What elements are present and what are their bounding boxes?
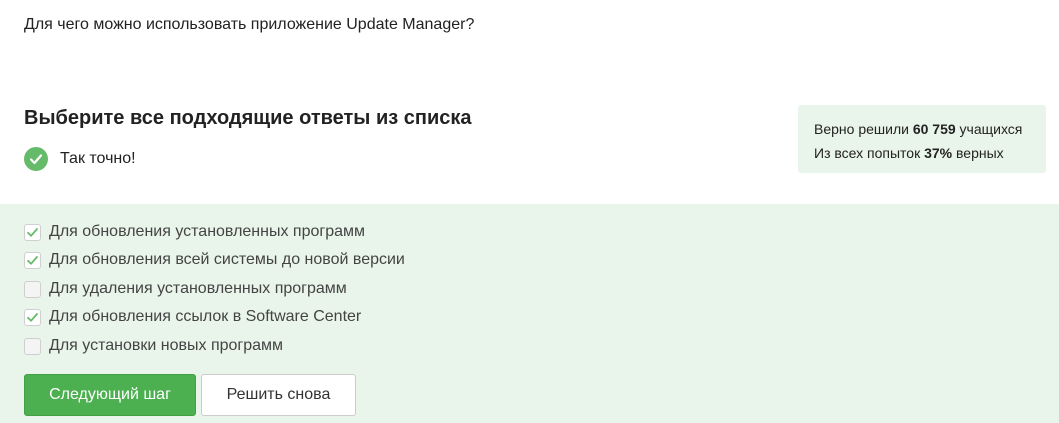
answer-option[interactable]: Для удаления установленных программ — [24, 279, 347, 299]
checkmark-icon — [27, 312, 38, 322]
stats-percent-line: Из всех попыток 37% верных — [814, 141, 1030, 165]
option-label: Для обновления ссылок в Software Center — [49, 308, 362, 325]
answer-option[interactable]: Для обновления всей системы до новой вер… — [24, 250, 405, 270]
stats-solved-prefix: Верно решили — [814, 121, 913, 137]
checkmark-icon — [27, 255, 38, 265]
next-step-button[interactable]: Следующий шаг — [24, 374, 196, 416]
instruction-heading: Выберите все подходящие ответы из списка — [24, 107, 472, 129]
option-label: Для обновления всей системы до новой вер… — [49, 251, 405, 268]
retry-button[interactable]: Решить снова — [201, 374, 356, 416]
option-label: Для установки новых программ — [49, 337, 284, 354]
checkbox[interactable] — [24, 223, 41, 241]
answer-option[interactable]: Для обновления ссылок в Software Center — [24, 307, 361, 327]
success-check-icon — [24, 147, 48, 171]
stats-panel: Верно решили 60 759 учащихся Из всех поп… — [798, 105, 1046, 173]
stats-percent-prefix: Из всех попыток — [814, 145, 925, 161]
stats-solved-suffix: учащихся — [955, 121, 1023, 137]
checkbox[interactable] — [24, 337, 41, 355]
result-label: Так точно! — [60, 150, 136, 167]
stats-percent-value: 37% — [924, 145, 953, 161]
answer-option[interactable]: Для обновления установленных программ — [24, 222, 365, 242]
question-text: Для чего можно использовать приложение U… — [24, 16, 475, 33]
stats-solved-count: 60 759 — [912, 121, 956, 137]
checkbox[interactable] — [24, 251, 41, 269]
option-label: Для удаления установленных программ — [49, 280, 347, 297]
checkbox[interactable] — [24, 280, 41, 298]
checkmark-icon — [27, 227, 38, 237]
stats-solved-line: Верно решили 60 759 учащихся — [814, 117, 1030, 141]
result-indicator: Так точно! — [24, 147, 136, 171]
checkbox[interactable] — [24, 308, 41, 326]
stats-percent-suffix: верных — [952, 145, 1004, 161]
option-label: Для обновления установленных программ — [49, 223, 366, 240]
answer-option[interactable]: Для установки новых программ — [24, 336, 283, 356]
